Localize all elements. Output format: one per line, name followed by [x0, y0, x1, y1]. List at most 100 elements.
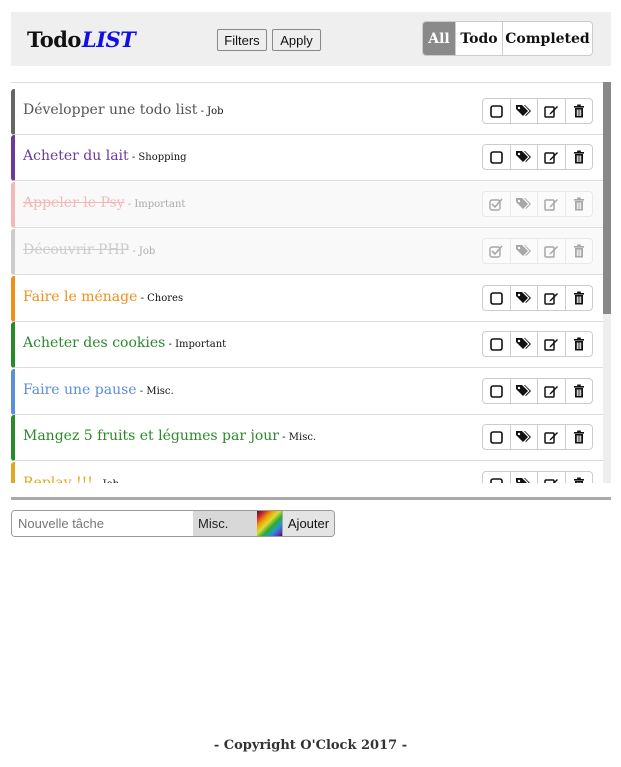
edit-icon[interactable]: [538, 99, 566, 123]
task-actions: [482, 424, 593, 450]
add-task-button[interactable]: Ajouter: [282, 511, 334, 536]
task-title: Faire une pause - Misc.: [23, 382, 174, 398]
tags-icon[interactable]: [511, 145, 538, 169]
trash-icon[interactable]: [566, 472, 593, 483]
trash-icon[interactable]: [566, 379, 593, 403]
category-separator: -: [128, 152, 139, 163]
new-task-input[interactable]: [12, 511, 193, 536]
task-name: Acheter du lait: [23, 148, 129, 164]
app-header: TodoLIST Filters Apply All Todo Complete…: [11, 12, 611, 66]
task-row: Faire une pause - Misc.: [11, 369, 603, 415]
edit-icon[interactable]: [538, 379, 566, 403]
category-separator: -: [93, 479, 103, 483]
checkbox-icon[interactable]: [483, 99, 511, 123]
color-picker[interactable]: [257, 511, 282, 536]
view-todo-tab[interactable]: Todo: [456, 22, 503, 55]
task-row: Appeler le Psy - Important: [11, 182, 603, 228]
task-category: Misc.: [288, 432, 317, 443]
task-title: Acheter des cookies - Important: [23, 335, 226, 351]
checkbox-icon[interactable]: [483, 425, 511, 449]
task-category: Job: [207, 106, 224, 117]
task-name: Découvrir PHP: [23, 242, 130, 258]
checkbox-icon[interactable]: [483, 145, 511, 169]
category-separator: -: [124, 199, 135, 210]
tags-icon[interactable]: [511, 472, 538, 483]
view-filter-group: All Todo Completed: [422, 21, 593, 56]
category-separator: -: [165, 339, 176, 350]
task-title: Acheter du lait - Shopping: [23, 148, 187, 164]
task-title: Mangez 5 fruits et légumes par jour - Mi…: [23, 428, 316, 444]
task-actions: [482, 144, 593, 170]
task-row: Mangez 5 fruits et légumes par jour - Mi…: [11, 415, 603, 461]
checkbox-icon[interactable]: [483, 472, 511, 483]
checkbox-icon[interactable]: [483, 332, 511, 356]
divider: [11, 497, 611, 500]
task-actions: [482, 331, 593, 357]
task-actions: [482, 285, 593, 311]
tags-icon[interactable]: [511, 332, 538, 356]
trash-icon[interactable]: [566, 286, 593, 310]
logo-accent-text: LIST: [81, 27, 136, 52]
apply-button[interactable]: Apply: [272, 29, 321, 51]
task-row: Découvrir PHP - Job: [11, 229, 603, 275]
trash-icon[interactable]: [566, 99, 593, 123]
footer-copyright: - Copyright O'Clock 2017 -: [213, 738, 408, 753]
task-row: Acheter des cookies - Important: [11, 322, 603, 368]
edit-icon[interactable]: [538, 192, 566, 216]
edit-icon[interactable]: [538, 332, 566, 356]
task-name: Faire une pause: [23, 382, 137, 398]
task-category: Important: [134, 199, 186, 210]
view-completed-tab[interactable]: Completed: [503, 22, 592, 55]
task-actions: [482, 238, 593, 264]
checked-icon[interactable]: [483, 192, 511, 216]
task-title: Faire le ménage - Chores: [23, 289, 183, 305]
task-actions: [482, 191, 593, 217]
task-name: Acheter des cookies: [23, 335, 166, 351]
tags-icon[interactable]: [511, 286, 538, 310]
view-all-tab[interactable]: All: [423, 22, 456, 55]
tags-icon[interactable]: [511, 425, 538, 449]
logo-main-text: Todo: [27, 27, 81, 52]
tags-icon[interactable]: [511, 379, 538, 403]
trash-icon[interactable]: [566, 425, 593, 449]
app-logo: TodoLIST: [27, 27, 136, 52]
edit-icon[interactable]: [538, 472, 566, 483]
category-separator: -: [197, 106, 208, 117]
task-title: Développer une todo list - Job: [23, 102, 224, 118]
checkbox-icon[interactable]: [483, 379, 511, 403]
tags-icon[interactable]: [511, 239, 538, 263]
trash-icon[interactable]: [566, 192, 593, 216]
task-list-scrollbar[interactable]: [603, 82, 611, 483]
task-row: Faire le ménage - Chores: [11, 276, 603, 322]
task-actions: [482, 378, 593, 404]
category-select[interactable]: Misc.: [193, 511, 257, 536]
tags-icon[interactable]: [511, 99, 538, 123]
category-separator: -: [279, 432, 289, 443]
task-name: Appeler le Psy: [23, 195, 125, 211]
task-name: Développer une todo list: [23, 102, 198, 118]
checkbox-icon[interactable]: [483, 286, 511, 310]
task-list[interactable]: Développer une todo list - Job Acheter du…: [11, 82, 611, 483]
task-category: Misc.: [146, 386, 174, 397]
task-name: Replay !!!: [23, 475, 93, 483]
scrollbar-thumb[interactable]: [603, 82, 611, 314]
category-separator: -: [137, 293, 148, 304]
task-category: Important: [175, 339, 227, 350]
task-actions: [482, 471, 593, 483]
task-category: Chores: [147, 293, 184, 304]
trash-icon[interactable]: [566, 332, 593, 356]
checked-icon[interactable]: [483, 239, 511, 263]
edit-icon[interactable]: [538, 286, 566, 310]
trash-icon[interactable]: [566, 145, 593, 169]
edit-icon[interactable]: [538, 425, 566, 449]
category-separator: -: [129, 246, 139, 257]
trash-icon[interactable]: [566, 239, 593, 263]
edit-icon[interactable]: [538, 239, 566, 263]
tags-icon[interactable]: [511, 192, 538, 216]
filters-button[interactable]: Filters: [217, 29, 267, 51]
edit-icon[interactable]: [538, 145, 566, 169]
task-title: Replay !!! - Job: [23, 475, 119, 483]
task-row: Développer une todo list - Job: [11, 89, 603, 135]
task-category: Shopping: [138, 152, 187, 163]
task-category: Job: [103, 479, 119, 483]
